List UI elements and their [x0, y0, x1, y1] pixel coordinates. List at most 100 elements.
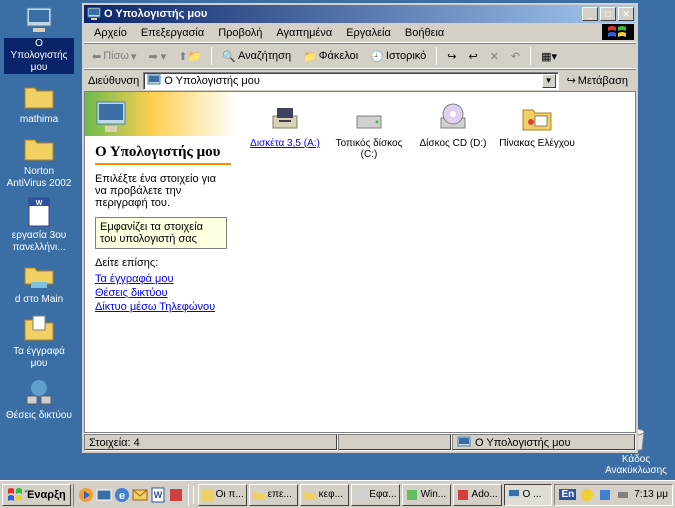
back-button[interactable]: ⬅ Πίσω ▾: [88, 48, 141, 65]
views-button[interactable]: ▦▾: [537, 48, 561, 65]
cd-drive-icon: [437, 102, 469, 134]
desktop-icon-mathima[interactable]: mathima: [4, 80, 74, 126]
quick-launch: e W: [73, 484, 189, 506]
task-button[interactable]: Win...: [402, 484, 451, 506]
window-buttons: _ □ ✕: [582, 7, 634, 21]
banner: [85, 92, 237, 136]
icon-label: Norton AntiVirus 2002: [4, 166, 74, 190]
word-icon[interactable]: W: [150, 487, 166, 503]
svg-text:W: W: [36, 200, 43, 207]
history-button[interactable]: 🕘Ιστορικό: [366, 48, 430, 65]
explorer-window: Ο Υπολογιστής μου _ □ ✕ Αρχείο Επεξεργασ…: [82, 3, 638, 453]
toolbar: ⬅ Πίσω ▾ ➡ ▾ ⬆📁 🔍Αναζήτηση 📁Φάκελοι 🕘Ιστ…: [84, 43, 636, 69]
computer-icon: [91, 96, 131, 136]
documents-folder-icon: [23, 312, 55, 344]
desktop-icon[interactable]: [96, 487, 112, 503]
menu-help[interactable]: Βοήθεια: [399, 25, 450, 41]
delete-button[interactable]: ✕: [486, 48, 503, 65]
item-label: Πίνακας Ελέγχου: [499, 138, 575, 149]
menu-favorites[interactable]: Αγαπημένα: [270, 25, 338, 41]
app-icon: [201, 488, 214, 502]
dropdown-button[interactable]: ▼: [542, 74, 556, 88]
task-button[interactable]: Ο ...: [504, 484, 553, 506]
computer-icon: [23, 4, 55, 36]
folder-icon: [23, 80, 55, 112]
task-button[interactable]: κεφ...: [300, 484, 349, 506]
copy-to-button[interactable]: ↩: [464, 48, 481, 65]
move-to-button[interactable]: ↪: [443, 48, 460, 65]
desktop-icons: Ο Υπολογιστής μου mathima Norton AntiVir…: [4, 4, 74, 422]
app-icon[interactable]: [168, 487, 184, 503]
app-icon: [456, 488, 470, 502]
icon-label: εργασία 3ου πανελλήνι...: [4, 230, 74, 254]
task-buttons: Οι π... επε... κεφ... Εφα... Win... Ado.…: [198, 484, 553, 506]
icon-view[interactable]: Δισκέτα 3,5 (A:) Τοπικός δίσκος (C:) Δίσ…: [237, 92, 635, 432]
item-control-panel[interactable]: Πίνακας Ελέγχου: [497, 100, 577, 162]
folder-icon: [303, 488, 317, 502]
desktop-icon-word-doc[interactable]: W εργασία 3ου πανελλήνι...: [4, 196, 74, 254]
task-button[interactable]: Εφα...: [351, 484, 400, 506]
item-local-disk[interactable]: Τοπικός δίσκος (C:): [329, 100, 409, 162]
icon-label: Ο Υπολογιστής μου: [4, 38, 74, 74]
folder-icon: [23, 132, 55, 164]
tray-icon[interactable]: [580, 488, 594, 502]
clock[interactable]: 7:13 μμ: [634, 489, 668, 500]
panel-description: Επιλέξτε ένα στοιχείο για να προβάλετε τ…: [95, 173, 227, 209]
menu-file[interactable]: Αρχείο: [88, 25, 133, 41]
network-icon: [23, 376, 55, 408]
item-label: Δισκέτα 3,5 (A:): [250, 138, 320, 149]
language-indicator[interactable]: En: [559, 489, 576, 500]
task-button[interactable]: επε...: [249, 484, 298, 506]
item-cd-drive[interactable]: Δίσκος CD (D:): [413, 100, 493, 162]
ie-icon[interactable]: e: [114, 487, 130, 503]
link-network-places[interactable]: Θέσεις δικτύου: [95, 287, 227, 299]
link-dialup[interactable]: Δίκτυο μέσω Τηλεφώνου: [95, 301, 227, 313]
item-floppy[interactable]: Δισκέτα 3,5 (A:): [245, 100, 325, 162]
tray-icon[interactable]: [598, 488, 612, 502]
desktop-icon-my-documents[interactable]: Τα έγγραφά μου: [4, 312, 74, 370]
panel-heading: Ο Υπολογιστής μου: [95, 144, 227, 161]
task-button[interactable]: Ado...: [453, 484, 502, 506]
window-title: Ο Υπολογιστής μου: [104, 8, 582, 20]
forward-button[interactable]: ➡ ▾: [145, 48, 171, 65]
titlebar[interactable]: Ο Υπολογιστής μου _ □ ✕: [84, 5, 636, 23]
status-spacer: [338, 434, 452, 451]
taskbar: Έναρξη e W Οι π... επε... κεφ... Εφα... …: [0, 480, 675, 508]
address-combo[interactable]: Ο Υπολογιστής μου ▼: [143, 72, 558, 90]
desktop-icon-d-main[interactable]: d στο Main: [4, 260, 74, 306]
desktop-icon-network-places[interactable]: Θέσεις δικτύου: [4, 376, 74, 422]
tray-icon[interactable]: [616, 488, 630, 502]
see-also-label: Δείτε επίσης:: [95, 257, 227, 269]
menu-tools[interactable]: Εργαλεία: [340, 25, 397, 41]
status-location: Ο Υπολογιστής μου: [452, 434, 636, 451]
system-tray[interactable]: En 7:13 μμ: [554, 484, 673, 506]
computer-icon: [507, 488, 521, 502]
link-my-documents[interactable]: Τα έγγραφά μου: [95, 273, 227, 285]
minimize-button[interactable]: _: [582, 7, 598, 21]
address-text: Ο Υπολογιστής μου: [164, 75, 260, 87]
close-button[interactable]: ✕: [618, 7, 634, 21]
menu-edit[interactable]: Επεξεργασία: [135, 25, 210, 41]
panel-info-box: Εμφανίζει τα στοιχεία του υπολογιστή σας: [95, 217, 227, 249]
undo-button[interactable]: ↶: [507, 48, 524, 65]
maximize-button[interactable]: □: [600, 7, 616, 21]
search-button[interactable]: 🔍Αναζήτηση: [218, 48, 295, 65]
menu-bar: Αρχείο Επεξεργασία Προβολή Αγαπημένα Εργ…: [84, 23, 636, 43]
desktop-icon-norton[interactable]: Norton AntiVirus 2002: [4, 132, 74, 190]
start-button[interactable]: Έναρξη: [2, 484, 71, 506]
computer-icon: [86, 6, 102, 22]
menu-view[interactable]: Προβολή: [212, 25, 268, 41]
svg-text:e: e: [119, 490, 125, 502]
address-label: Διεύθυνση: [88, 75, 139, 87]
network-folder-icon: [23, 260, 55, 292]
outlook-icon[interactable]: [132, 487, 148, 503]
go-button[interactable]: ↪Μετάβαση: [563, 72, 632, 89]
wmp-icon[interactable]: [78, 487, 94, 503]
icon-label: Τα έγγραφά μου: [4, 346, 74, 370]
folders-button[interactable]: 📁Φάκελοι: [299, 48, 362, 65]
task-button[interactable]: Οι π...: [198, 484, 247, 506]
desktop-icon-my-computer[interactable]: Ο Υπολογιστής μου: [4, 4, 74, 74]
status-bar: Στοιχεία: 4 Ο Υπολογιστής μου: [84, 433, 636, 451]
up-button[interactable]: ⬆📁: [174, 48, 205, 65]
word-doc-icon: W: [23, 196, 55, 228]
